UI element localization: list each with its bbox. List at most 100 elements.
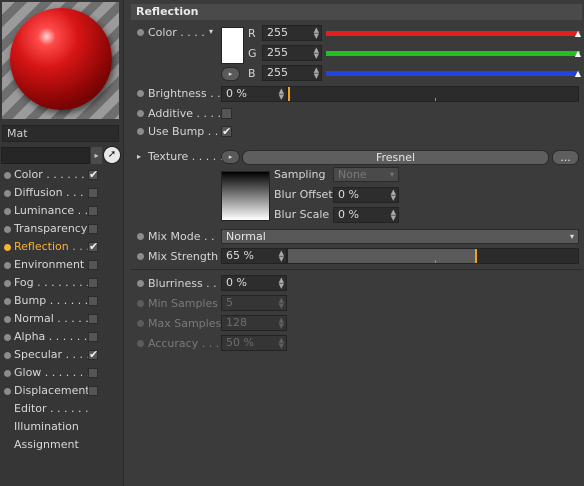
brightness-slider[interactable] <box>287 86 579 102</box>
channel-item[interactable]: Transparency <box>0 220 124 238</box>
channel-item[interactable]: Alpha . . . . . . <box>0 328 124 346</box>
texture-more-button[interactable]: ... <box>552 150 579 165</box>
color-swatch[interactable] <box>221 27 244 64</box>
channel-dot-icon <box>4 244 11 251</box>
b-slider-handle-icon[interactable]: ▲ <box>575 70 581 78</box>
channel-checkbox[interactable] <box>88 368 98 378</box>
g-slider[interactable]: ▲ <box>326 50 581 58</box>
channel-dot-icon <box>4 388 11 395</box>
material-name-field[interactable]: Mat <box>2 125 119 142</box>
brightness-center-tick <box>435 98 436 101</box>
blur-scale-spinner-icon[interactable]: ▲ ▼ <box>391 209 396 222</box>
channel-label: Diffusion . . . <box>14 186 84 199</box>
texture-menu-button[interactable]: ▸ <box>221 150 240 164</box>
material-editor: Mat ▸ ➚ Color . . . . . . ✔ Diffusion . . … <box>0 0 584 486</box>
channel-checkbox[interactable] <box>88 314 98 324</box>
channel-item[interactable]: Assignment <box>0 436 124 454</box>
brightness-field[interactable]: 0 % ▲ ▼ <box>221 86 287 102</box>
accuracy-label: Accuracy . . . . <box>148 337 227 350</box>
use-bump-checkbox[interactable]: ✔ <box>221 126 232 137</box>
blurriness-value: 0 % <box>226 276 247 289</box>
mix-strength-fill <box>288 249 477 263</box>
channel-item[interactable]: Glow . . . . . . . <box>0 364 124 382</box>
mix-strength-thumb[interactable] <box>475 249 477 263</box>
channel-item[interactable]: Diffusion . . . <box>0 184 124 202</box>
blurriness-field[interactable]: 0 % ▲ ▼ <box>221 275 287 291</box>
channel-item[interactable]: Color . . . . . . ✔ <box>0 166 124 184</box>
channel-filter-field[interactable] <box>1 147 90 164</box>
channel-item[interactable]: Illumination <box>0 418 124 436</box>
channel-checkbox[interactable] <box>88 386 98 396</box>
channel-dot-icon <box>4 172 11 179</box>
channel-item[interactable]: Luminance . . <box>0 202 124 220</box>
channel-checkbox[interactable] <box>88 332 98 342</box>
b-label: B <box>248 67 256 80</box>
brightness-spinner-icon[interactable]: ▲ ▼ <box>279 88 284 101</box>
use-bump-animate-dot[interactable] <box>137 128 144 135</box>
texture-preview[interactable] <box>221 171 270 221</box>
channel-item[interactable]: Fog . . . . . . . . <box>0 274 124 292</box>
min-samples-spinner-icon: ▲ ▼ <box>278 296 284 310</box>
sampling-dropdown-icon[interactable]: ▾ <box>390 168 394 181</box>
blur-scale-field[interactable]: 0 % ▲ ▼ <box>333 207 399 223</box>
b-value-field[interactable]: 255 ▲ ▼ <box>262 65 322 81</box>
texture-shader-button[interactable]: Fresnel <box>242 150 549 165</box>
b-spinner-icon[interactable]: ▲ ▼ <box>314 67 319 80</box>
color-animate-dot[interactable] <box>137 29 144 36</box>
color-mode-button[interactable]: ▸ <box>221 67 240 81</box>
channel-checkbox[interactable] <box>88 224 98 234</box>
channel-checkbox[interactable] <box>88 206 98 216</box>
channel-checkbox[interactable] <box>88 188 98 198</box>
channel-dot-icon <box>4 370 11 377</box>
b-value: 255 <box>267 66 288 79</box>
channel-checkbox[interactable] <box>88 278 98 288</box>
mix-strength-slider[interactable] <box>287 248 579 264</box>
blurriness-spinner-icon[interactable]: ▲ ▼ <box>279 277 284 290</box>
blur-offset-spinner-icon[interactable]: ▲ ▼ <box>391 189 396 202</box>
channel-checkbox[interactable] <box>88 296 98 306</box>
mix-strength-field[interactable]: 65 % ▲ ▼ <box>221 248 287 264</box>
mix-strength-animate-dot[interactable] <box>137 253 144 260</box>
channel-item[interactable]: Environment <box>0 256 124 274</box>
mix-mode-dropdown[interactable]: Normal ▾ <box>221 229 579 244</box>
material-preview[interactable] <box>2 2 119 119</box>
brightness-thumb[interactable] <box>288 87 290 101</box>
channel-dot-icon <box>4 316 11 323</box>
g-slider-handle-icon[interactable]: ▲ <box>575 50 581 58</box>
channel-item[interactable]: Specular . . . . ✔ <box>0 346 124 364</box>
brightness-animate-dot[interactable] <box>137 90 144 97</box>
mix-mode-dropdown-icon[interactable]: ▾ <box>570 230 574 243</box>
r-slider-handle-icon[interactable]: ▲ <box>575 30 581 38</box>
mix-strength-spinner-icon[interactable]: ▲ ▼ <box>279 250 284 263</box>
blurriness-animate-dot[interactable] <box>137 280 144 287</box>
channel-checkbox[interactable]: ✔ <box>88 349 98 360</box>
channel-item[interactable]: Normal . . . . . <box>0 310 124 328</box>
cursor-arrow-icon[interactable]: ➚ <box>103 146 121 164</box>
channel-checkbox[interactable]: ✔ <box>88 241 98 252</box>
r-slider[interactable]: ▲ <box>326 30 581 38</box>
b-slider[interactable]: ▲ <box>326 70 581 78</box>
channel-dot-icon <box>4 190 11 197</box>
mix-mode-animate-dot[interactable] <box>137 233 144 240</box>
r-spinner-icon[interactable]: ▲ ▼ <box>314 27 319 40</box>
channel-item[interactable]: Displacement <box>0 382 124 400</box>
color-dropdown-icon[interactable]: ▾ <box>209 25 213 39</box>
r-value: 255 <box>267 26 288 39</box>
additive-checkbox[interactable] <box>221 108 232 119</box>
max-samples-spinner-icon: ▲ ▼ <box>278 316 284 330</box>
channel-checkbox[interactable]: ✔ <box>88 169 98 180</box>
additive-animate-dot[interactable] <box>137 110 144 117</box>
texture-expand-icon[interactable]: ▸ <box>137 150 141 164</box>
mix-strength-label: Mix Strength <box>148 250 219 263</box>
blur-offset-field[interactable]: 0 % ▲ ▼ <box>333 187 399 203</box>
channel-item[interactable]: Bump . . . . . . <box>0 292 124 310</box>
g-spinner-icon[interactable]: ▲ ▼ <box>314 47 319 60</box>
g-value-field[interactable]: 255 ▲ ▼ <box>262 45 322 61</box>
channel-checkbox[interactable] <box>88 260 98 270</box>
channel-item[interactable]: Editor . . . . . . <box>0 400 124 418</box>
sampling-dropdown[interactable]: None ▾ <box>333 167 399 182</box>
channel-item[interactable]: Reflection . . . ✔ <box>0 238 124 256</box>
r-value-field[interactable]: 255 ▲ ▼ <box>262 25 322 41</box>
filter-arrow-icon[interactable]: ▸ <box>91 147 102 164</box>
channel-label: Illumination <box>14 420 79 433</box>
